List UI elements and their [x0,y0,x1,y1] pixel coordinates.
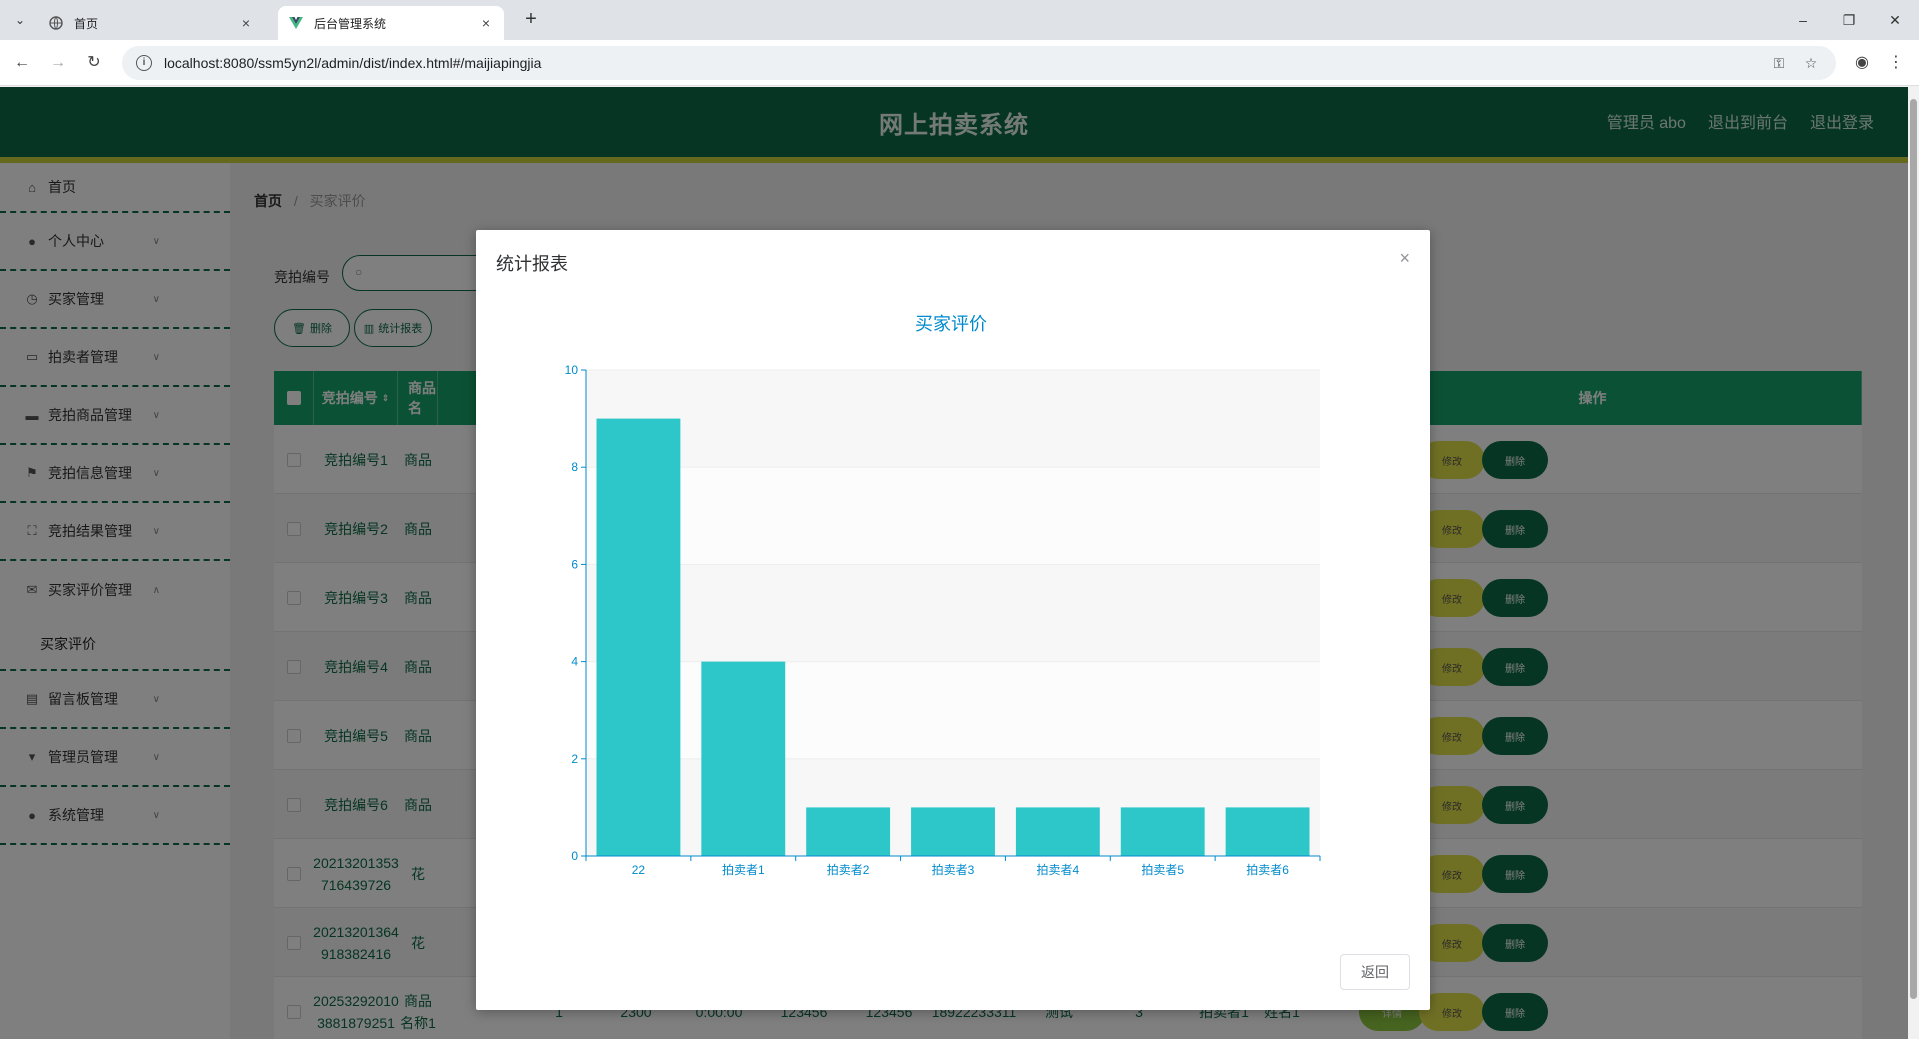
site-info-icon[interactable]: i [136,55,152,71]
browser-menu-icon[interactable]: ⋮ [1886,51,1906,75]
tab-title: 首页 [74,16,99,31]
scrollbar-thumb[interactable] [1910,99,1917,999]
chart-bar [596,418,681,856]
tab-close-icon[interactable]: × [238,15,254,31]
bar-chart: 买家评价 0 2 4 6 8 10 22 拍卖者1 拍卖者2 拍卖者3 拍卖者4 拍卖者5 拍卖者6 [565,314,1321,877]
address-bar[interactable]: i localhost:8080/ssm5yn2l/admin/dist/ind… [122,46,1836,80]
reload-button[interactable]: ↻ [82,51,106,75]
vue-logo-icon [288,15,304,31]
browser-toolbar: ← → ↻ i localhost:8080/ssm5yn2l/admin/di… [0,40,1919,86]
restore-button[interactable]: ❐ [1826,8,1872,32]
back-button[interactable]: ← [10,51,34,75]
chart-bar [806,807,891,856]
y-tick-label: 2 [571,752,578,766]
profile-icon[interactable]: ◉ [1850,51,1874,75]
chart-title: 买家评价 [915,314,987,334]
url-text[interactable]: localhost:8080/ssm5yn2l/admin/dist/index… [164,55,1758,71]
chart-grid-band [586,467,1320,565]
y-tick-label: 0 [571,849,578,863]
bookmark-star-icon[interactable]: ☆ [1800,55,1822,72]
x-tick-label: 拍卖者3 [932,862,975,877]
new-tab-button[interactable]: + [520,9,542,31]
stats-modal: 统计报表 × 买家评价 0 2 4 6 8 10 22 拍卖者1 拍卖者2 拍卖者3 拍卖者4 拍卖者5… [476,230,1430,1010]
chart-grid-band [586,661,1320,759]
browser-tab-admin[interactable]: 后台管理系统 × [278,6,504,40]
minimize-button[interactable]: – [1780,8,1826,32]
x-tick-label: 拍卖者1 [722,862,765,877]
window-close-button[interactable]: ✕ [1872,8,1918,32]
chart-grid-band [586,370,1320,468]
x-tick-label: 拍卖者4 [1037,862,1080,877]
chart-bar [911,807,995,856]
password-key-icon[interactable]: ⚿ [1768,55,1790,72]
page-scrollbar[interactable] [1908,87,1919,1039]
chart-bar [1225,807,1310,856]
chart-bar [1120,807,1205,856]
back-button[interactable]: 返回 [1340,954,1410,990]
y-tick-label: 4 [571,655,578,669]
forward-button[interactable]: → [46,51,70,75]
tab-search-icon[interactable]: ⌄ [8,8,32,32]
browser-tab-home[interactable]: 首页 × [38,6,264,40]
globe-icon [48,15,64,31]
x-tick-label: 22 [632,863,646,877]
tab-title: 后台管理系统 [314,16,387,31]
x-tick-label: 拍卖者2 [827,862,870,877]
browser-tab-strip: ⌄ 首页 × 后台管理系统 × + – ❐ ✕ [0,0,1919,40]
y-tick-label: 8 [571,460,578,474]
tab-close-icon[interactable]: × [478,15,494,31]
y-tick-label: 10 [565,363,579,377]
x-tick-label: 拍卖者6 [1246,862,1289,877]
x-tick-label: 拍卖者5 [1141,862,1184,877]
chart-grid-band [586,564,1320,662]
chart-bar [1015,807,1100,856]
chart-bar [701,661,786,856]
y-tick-label: 6 [571,557,578,571]
